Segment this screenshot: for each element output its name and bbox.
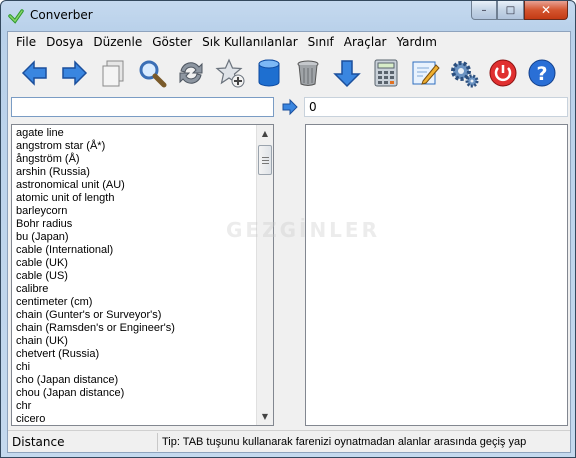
unit-list-item[interactable]: cable (International) (12, 244, 258, 257)
result-value-field[interactable]: 0 (304, 97, 568, 117)
unit-list-item[interactable]: ångström (Å) (12, 153, 258, 166)
exit-button[interactable] (483, 55, 522, 91)
edit-icon (412, 61, 440, 85)
unit-list-item[interactable]: cable (US) (12, 270, 258, 283)
menu-goster[interactable]: Göster (147, 35, 197, 49)
unit-list-item[interactable]: chr (12, 400, 258, 413)
forward-button[interactable] (54, 55, 93, 91)
menu-sinif[interactable]: Sınıf (303, 35, 339, 49)
add-favorite-icon (214, 58, 244, 88)
unit-list-item[interactable]: chetvert (Russia) (12, 348, 258, 361)
menu-dosya[interactable]: Dosya (41, 35, 88, 49)
result-panel[interactable] (305, 124, 568, 426)
settings-gear-icon (450, 61, 478, 88)
unit-list-item[interactable]: chain (Ramsden's or Engineer's) (12, 322, 258, 335)
from-value-input[interactable] (11, 97, 274, 117)
menu-bar: File Dosya Düzenle Göster Sık Kullanılan… (8, 32, 570, 51)
calculator-button[interactable] (366, 55, 405, 91)
unit-list-item[interactable]: arshin (Russia) (12, 166, 258, 179)
back-arrow-icon (21, 60, 47, 86)
search-icon (139, 60, 166, 88)
unit-list-item[interactable]: chain (UK) (12, 335, 258, 348)
settings-button[interactable] (444, 55, 483, 91)
unit-list-item[interactable]: chain (Gunter's or Surveyor's) (12, 309, 258, 322)
help-icon: ? (528, 59, 555, 87)
menu-araclar[interactable]: Araçlar (339, 35, 392, 49)
copy-button[interactable] (93, 55, 132, 91)
maximize-button[interactable]: □ (497, 1, 524, 20)
client-area: File Dosya Düzenle Göster Sık Kullanılan… (7, 31, 571, 453)
app-logo-icon (8, 9, 24, 24)
copy-icon (102, 60, 123, 87)
menu-yardim[interactable]: Yardım (391, 35, 441, 49)
swap-icon (179, 62, 202, 84)
swap-button[interactable] (171, 55, 210, 91)
unit-list-item[interactable]: centimeter (cm) (12, 296, 258, 309)
close-icon: ✕ (540, 3, 552, 17)
watermark: GEZGİNLER (226, 218, 380, 242)
status-category: Distance (11, 433, 158, 451)
toolbar: ? (8, 53, 570, 93)
scroll-up-icon[interactable]: ▲ (257, 125, 273, 142)
maximize-icon: □ (505, 4, 516, 16)
forward-arrow-icon (61, 60, 87, 86)
database-button[interactable] (249, 55, 288, 91)
convert-arrow-icon[interactable] (281, 98, 299, 116)
menu-duzenle[interactable]: Düzenle (88, 35, 147, 49)
unit-list-item[interactable]: cable (UK) (12, 257, 258, 270)
unit-list-items: agate line angstrom star (Å*) ångström (Å)… (12, 127, 258, 425)
close-button[interactable]: ✕ (524, 1, 568, 20)
unit-list-item[interactable]: atomic unit of length (12, 192, 258, 205)
unit-list-item[interactable]: bu (Japan) (12, 231, 258, 244)
calculator-icon (374, 59, 397, 87)
database-icon (258, 59, 279, 87)
menu-sik-kullanilanlar[interactable]: Sık Kullanılanlar (197, 35, 302, 49)
unit-list-item[interactable]: chou (Japan distance) (12, 387, 258, 400)
unit-list[interactable]: agate line angstrom star (Å*) ångström (Å)… (11, 124, 274, 426)
search-button[interactable] (132, 55, 171, 91)
unit-list-item[interactable]: cho (Japan distance) (12, 374, 258, 387)
scroll-thumb[interactable] (258, 145, 272, 175)
help-button[interactable]: ? (522, 55, 561, 91)
download-arrow-icon (332, 60, 361, 88)
add-favorite-button[interactable] (210, 55, 249, 91)
unit-list-item[interactable]: cicero (12, 413, 258, 425)
unit-list-item[interactable]: Bohr radius (12, 218, 258, 231)
unit-list-item[interactable]: agate line (12, 127, 258, 140)
unit-list-item[interactable]: barleycorn (12, 205, 258, 218)
status-bar: Distance Tip: TAB tuşunu kullanarak fare… (8, 430, 570, 452)
minimize-button[interactable]: – (471, 1, 497, 20)
download-button[interactable] (327, 55, 366, 91)
unit-list-item[interactable]: chi (12, 361, 258, 374)
svg-text:?: ? (536, 63, 547, 85)
power-icon (489, 59, 516, 87)
delete-button[interactable] (288, 55, 327, 91)
edit-button[interactable] (405, 55, 444, 91)
unit-list-scrollbar[interactable]: ▲ ▼ (256, 125, 273, 425)
menu-file[interactable]: File (11, 35, 41, 49)
back-button[interactable] (15, 55, 54, 91)
minimize-icon: – (481, 4, 487, 16)
status-tip: Tip: TAB tuşunu kullanarak farenizi oyna… (162, 436, 527, 448)
app-window: Converber – □ ✕ File Dosya Düzenle Göste… (0, 0, 576, 458)
trash-icon (297, 60, 318, 86)
window-title: Converber (30, 8, 93, 22)
scroll-down-icon[interactable]: ▼ (257, 408, 273, 425)
unit-list-item[interactable]: calibre (12, 283, 258, 296)
unit-list-item[interactable]: angstrom star (Å*) (12, 140, 258, 153)
unit-list-item[interactable]: astronomical unit (AU) (12, 179, 258, 192)
title-bar[interactable]: Converber – □ ✕ (1, 1, 575, 31)
conversion-row: 0 (8, 95, 570, 119)
